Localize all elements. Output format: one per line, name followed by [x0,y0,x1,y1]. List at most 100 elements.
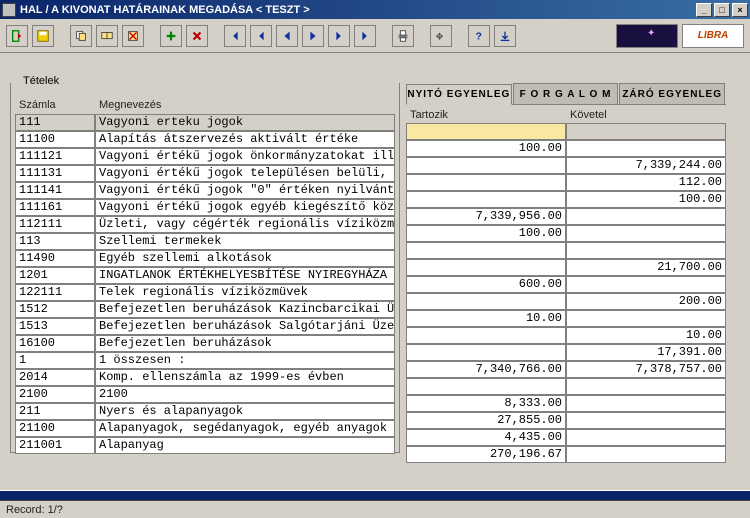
cell-tartozik[interactable] [406,123,566,140]
copy-icon[interactable] [70,25,92,47]
cell-kovetel[interactable]: 200.00 [566,293,726,310]
prev-page-icon[interactable] [250,25,272,47]
balance-row[interactable] [406,378,726,395]
cell-szamla[interactable]: 11490 [15,250,95,267]
tools-icon[interactable]: ✥ [430,25,452,47]
table-row[interactable]: 2014Komp. ellenszámla az 1999-es évben [15,369,395,386]
cell-szamla[interactable]: 111131 [15,165,95,182]
cell-kovetel[interactable] [566,446,726,463]
balance-row[interactable]: 17,391.00 [406,344,726,361]
table-row[interactable]: 111121Vagyoni értékű jogok önkormányzato… [15,148,395,165]
cell-kovetel[interactable] [566,123,726,140]
table-row[interactable]: 1513Befejezetlen beruházások Salgótarján… [15,318,395,335]
balance-row[interactable]: 112.00 [406,174,726,191]
table-row[interactable]: 211Nyers és alapanyagok [15,403,395,420]
balance-row[interactable]: 10.00 [406,310,726,327]
balance-row[interactable]: 100.00 [406,140,726,157]
table-row[interactable]: 16100Befejezetlen beruházások [15,335,395,352]
table-row[interactable]: 111Vagyoni erteku jogok [15,114,395,131]
print-icon[interactable] [392,25,414,47]
cell-kovetel[interactable] [566,276,726,293]
add-row-icon[interactable] [160,25,182,47]
cell-megnevezes[interactable]: Vagyoni erteku jogok [95,114,395,131]
tab-zaro-egyenleg[interactable]: ZÁRÓ EGYENLEG [619,83,725,104]
cell-kovetel[interactable] [566,412,726,429]
cell-kovetel[interactable] [566,378,726,395]
cell-kovetel[interactable] [566,395,726,412]
balance-row[interactable]: 4,435.00 [406,429,726,446]
cell-szamla[interactable]: 111121 [15,148,95,165]
cell-szamla[interactable]: 211001 [15,437,95,454]
table-row[interactable]: 1201INGATLANOK ÉRTÉKHELYESBÍTÉSE NYIREGY… [15,267,395,284]
balance-row[interactable]: 21,700.00 [406,259,726,276]
cell-kovetel[interactable]: 100.00 [566,191,726,208]
cell-tartozik[interactable] [406,242,566,259]
cell-szamla[interactable]: 122111 [15,284,95,301]
tab-forgalom[interactable]: F O R G A L O M [513,83,619,104]
cell-kovetel[interactable] [566,429,726,446]
prev-record-icon[interactable] [276,25,298,47]
cell-tartozik[interactable]: 4,435.00 [406,429,566,446]
cell-tartozik[interactable] [406,174,566,191]
cell-tartozik[interactable]: 8,333.00 [406,395,566,412]
cell-kovetel[interactable]: 112.00 [566,174,726,191]
cell-kovetel[interactable]: 21,700.00 [566,259,726,276]
cell-megnevezes[interactable]: INGATLANOK ÉRTÉKHELYESBÍTÉSE NYIREGYHÁZA [95,267,395,284]
table-row[interactable]: 11100Alapítás átszervezés aktivált érték… [15,131,395,148]
balance-row[interactable]: 600.00 [406,276,726,293]
cell-szamla[interactable]: 1512 [15,301,95,318]
table-row[interactable]: 112111Üzleti, vagy cégérték regionális v… [15,216,395,233]
table-row[interactable]: 21100Alapanyagok, segédanyagok, egyéb an… [15,420,395,437]
balance-row[interactable]: 100.00 [406,225,726,242]
cell-megnevezes[interactable]: Üzleti, vagy cégérték regionális víziköz… [95,216,395,233]
cell-kovetel[interactable] [566,140,726,157]
cell-szamla[interactable]: 111141 [15,182,95,199]
next-record-icon[interactable] [302,25,324,47]
exit-icon[interactable] [6,25,28,47]
cell-szamla[interactable]: 11100 [15,131,95,148]
help-icon[interactable]: ? [468,25,490,47]
cell-szamla[interactable]: 1201 [15,267,95,284]
cell-szamla[interactable]: 113 [15,233,95,250]
cell-kovetel[interactable] [566,310,726,327]
cell-tartozik[interactable] [406,344,566,361]
cell-tartozik[interactable]: 270,196.67 [406,446,566,463]
duplicate-icon[interactable] [96,25,118,47]
cell-tartozik[interactable]: 7,339,956.00 [406,208,566,225]
first-record-icon[interactable] [224,25,246,47]
balance-row[interactable]: 7,340,766.007,378,757.00 [406,361,726,378]
cell-szamla[interactable]: 111 [15,114,95,131]
cell-megnevezes[interactable]: Alapanyag [95,437,395,454]
cell-megnevezes[interactable]: Komp. ellenszámla az 1999-es évben [95,369,395,386]
table-row[interactable]: 211001Alapanyag [15,437,395,454]
cell-tartozik[interactable]: 27,855.00 [406,412,566,429]
cell-szamla[interactable]: 211 [15,403,95,420]
cell-tartozik[interactable]: 7,340,766.00 [406,361,566,378]
right-grid[interactable]: 100.007,339,244.00112.00100.007,339,956.… [406,123,726,463]
tab-nyito-egyenleg[interactable]: NYITÓ EGYENLEG [406,84,512,105]
cell-szamla[interactable]: 2014 [15,369,95,386]
cell-kovetel[interactable]: 17,391.00 [566,344,726,361]
cell-megnevezes[interactable]: Vagyoni értékű jogok "0" értéken nyilván… [95,182,395,199]
cell-megnevezes[interactable]: Alapítás átszervezés aktivált értéke [95,131,395,148]
minimize-button[interactable]: _ [696,3,712,17]
table-row[interactable]: 111131Vagyoni értékű jogok településen b… [15,165,395,182]
table-row[interactable]: 122111Telek regionális víziközmüvek [15,284,395,301]
cell-megnevezes[interactable]: Vagyoni értékű jogok önkormányzatokat il… [95,148,395,165]
balance-row[interactable] [406,242,726,259]
remove-row-icon[interactable] [186,25,208,47]
cell-tartozik[interactable] [406,157,566,174]
cell-kovetel[interactable]: 7,378,757.00 [566,361,726,378]
cell-szamla[interactable]: 21100 [15,420,95,437]
cell-tartozik[interactable]: 100.00 [406,225,566,242]
table-row[interactable]: 21002100 [15,386,395,403]
cell-megnevezes[interactable]: Befejezetlen beruházások Salgótarjáni Üz… [95,318,395,335]
balance-row[interactable]: 10.00 [406,327,726,344]
cell-kovetel[interactable] [566,225,726,242]
balance-row[interactable]: 8,333.00 [406,395,726,412]
cell-megnevezes[interactable]: Nyers és alapanyagok [95,403,395,420]
export-icon[interactable] [494,25,516,47]
table-row[interactable]: 111141Vagyoni értékű jogok "0" értéken n… [15,182,395,199]
cell-megnevezes[interactable]: 2100 [95,386,395,403]
balance-row[interactable]: 7,339,956.00 [406,208,726,225]
